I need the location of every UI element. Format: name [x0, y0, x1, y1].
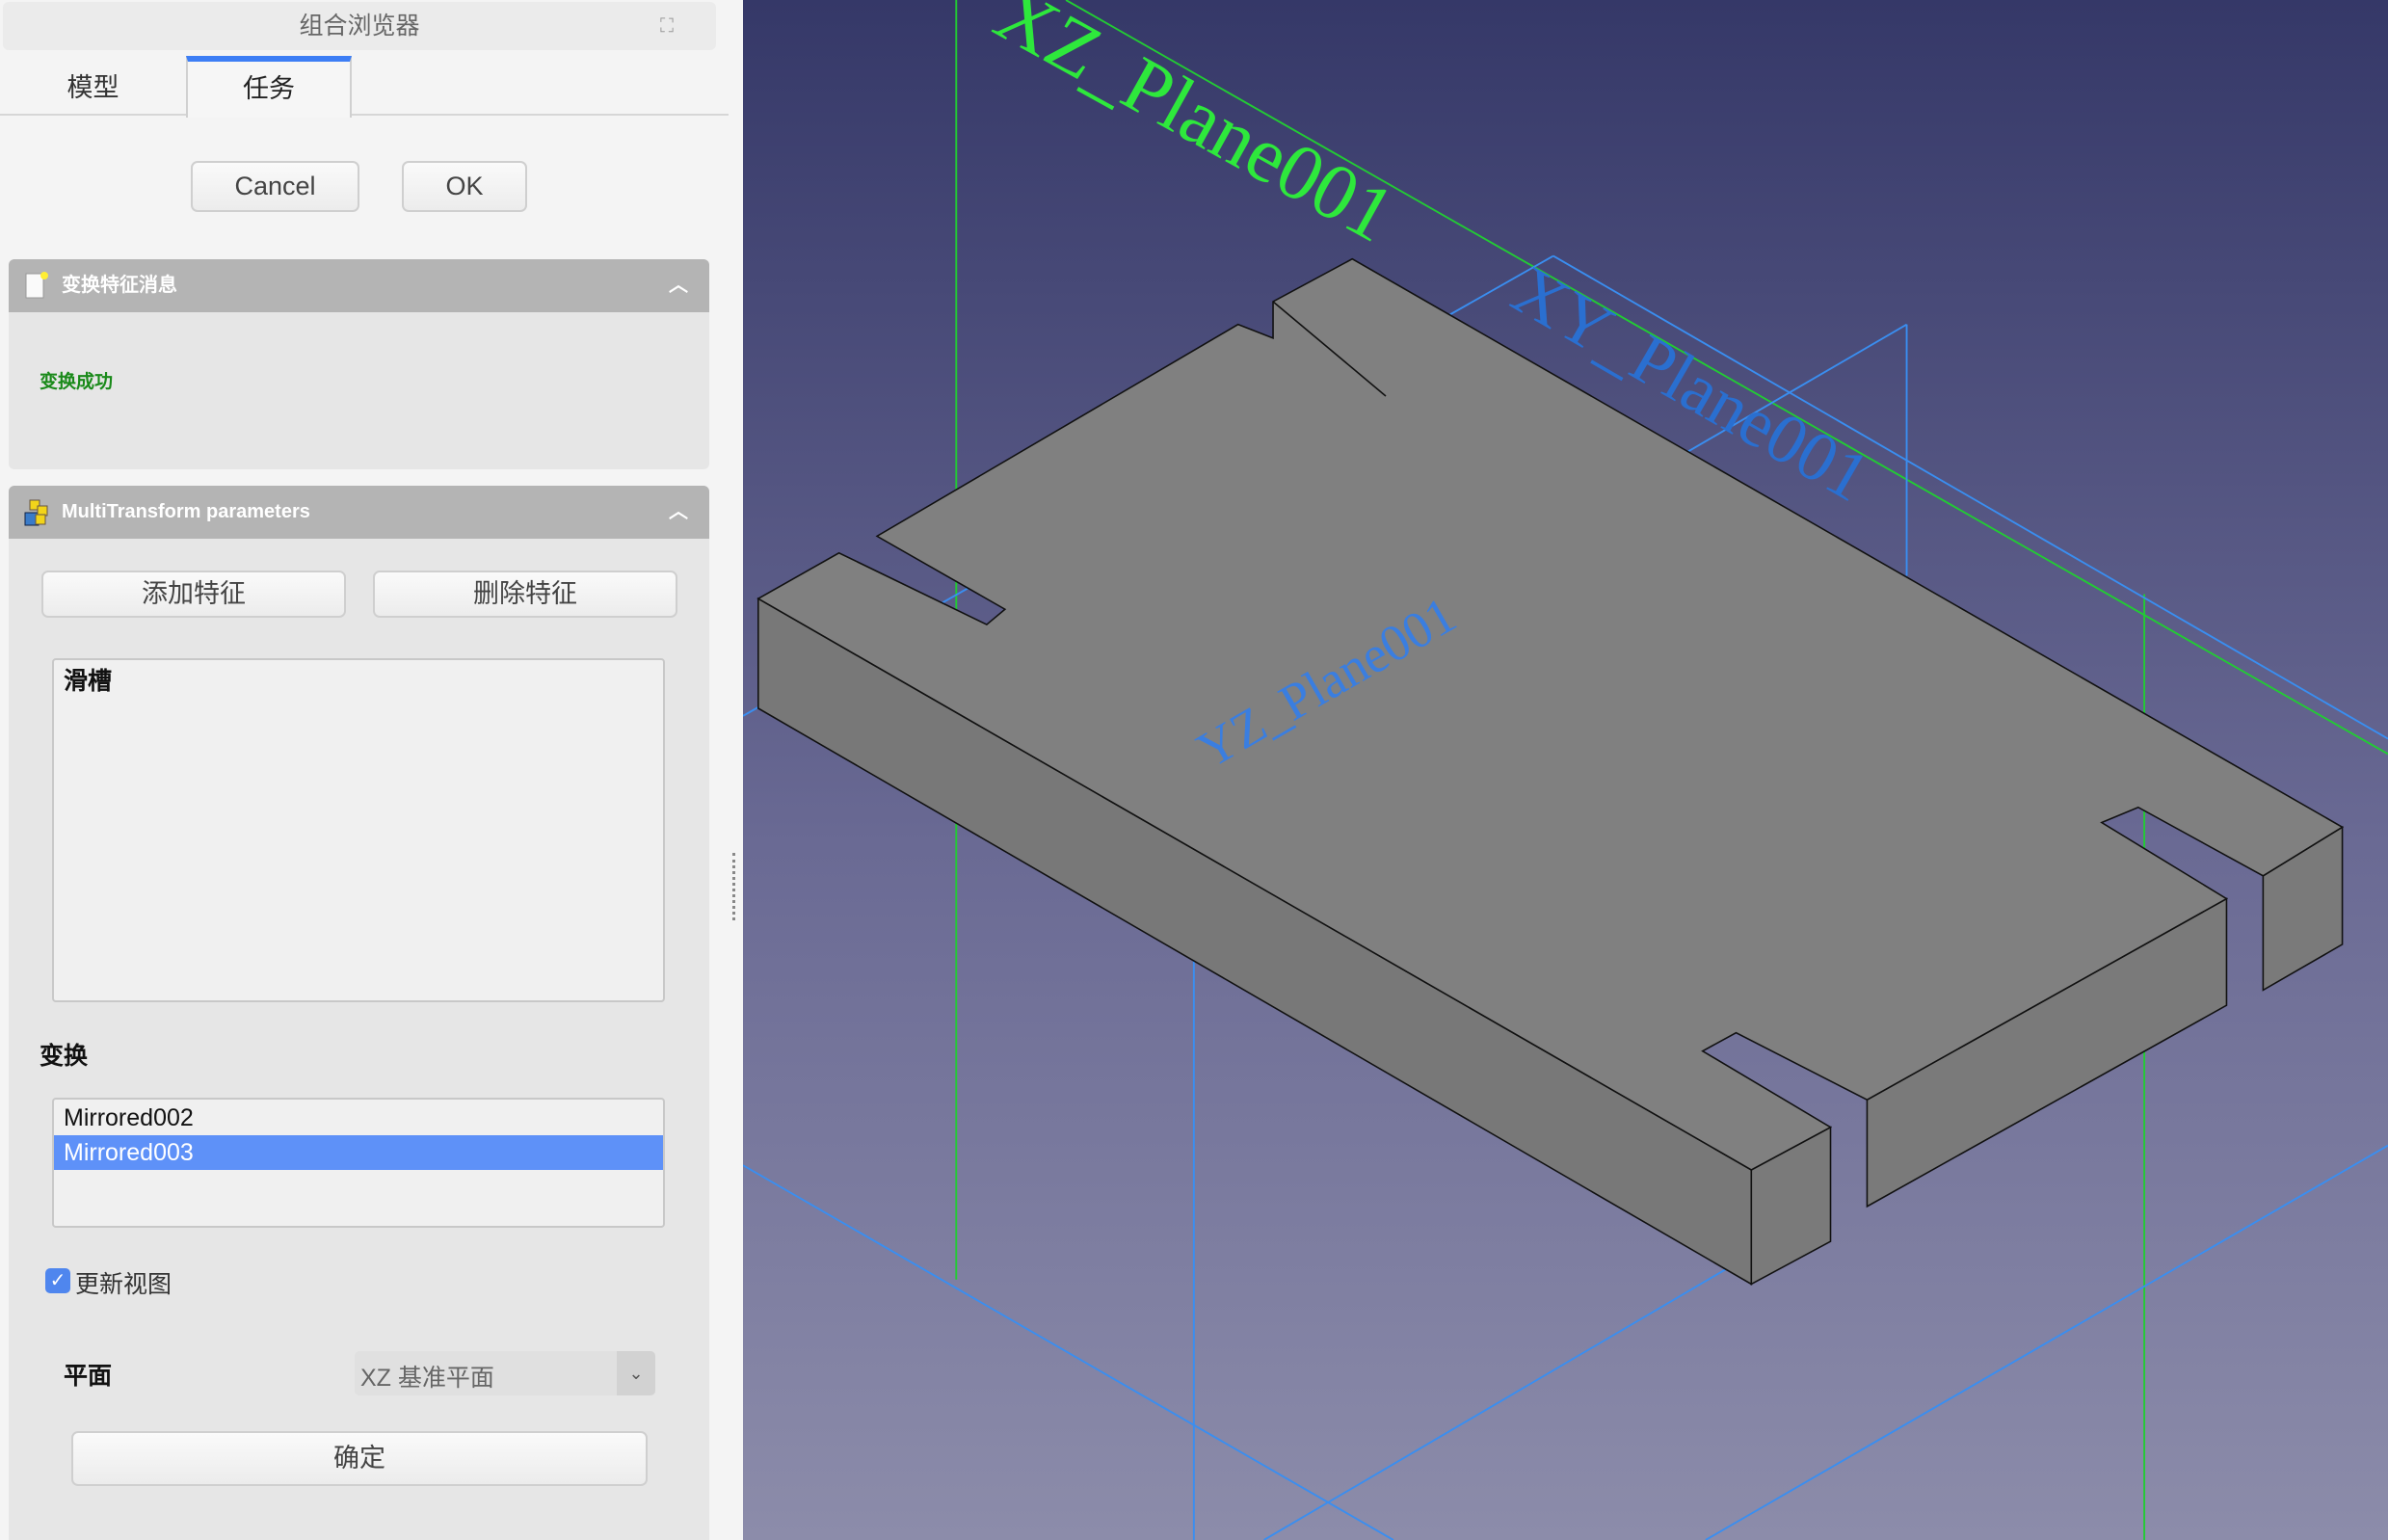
panel-title: 组合浏览器: [299, 13, 420, 40]
transforms-label: 变换: [40, 1043, 89, 1070]
3d-scene[interactable]: XZ_Plane001 XY_Plane001 YZ_Plane001: [743, 0, 2388, 1540]
multitransform-panel-title: MultiTransform parameters: [62, 501, 310, 522]
plane-select-value: XZ 基准平面: [360, 1365, 494, 1392]
message-panel-title: 变换特征消息: [62, 275, 177, 296]
remove-feature-button[interactable]: 删除特征: [373, 571, 677, 618]
transform-list[interactable]: Mirrored002 Mirrored003: [52, 1098, 665, 1228]
document-icon: [25, 272, 48, 299]
multitransform-panel-header[interactable]: MultiTransform parameters ︿: [9, 486, 709, 539]
tab-tasks[interactable]: 任务: [186, 56, 352, 118]
feature-list[interactable]: 滑槽: [52, 658, 665, 1002]
message-panel-header[interactable]: 变换特征消息 ︿: [9, 259, 709, 312]
cancel-button[interactable]: Cancel: [191, 161, 359, 212]
ok-button[interactable]: OK: [402, 161, 527, 212]
combo-view-panel: 组合浏览器 ⛶ 模型 任务 Cancel OK 变换特征消息 ︿ 变换成功 Mu…: [0, 0, 743, 1540]
expand-icon[interactable]: ⛶: [656, 15, 677, 37]
add-feature-button[interactable]: 添加特征: [41, 571, 346, 618]
splitter-handle[interactable]: [732, 853, 736, 920]
multitransform-panel: MultiTransform parameters ︿ 添加特征 删除特征 滑槽…: [9, 486, 709, 1540]
message-panel: 变换特征消息 ︿ 变换成功: [9, 259, 709, 469]
collapse-icon[interactable]: ︿: [669, 259, 688, 312]
transform-list-item[interactable]: Mirrored002: [54, 1101, 663, 1135]
multitransform-icon: [24, 499, 48, 526]
collapse-icon[interactable]: ︿: [669, 486, 688, 539]
transform-list-item-selected[interactable]: Mirrored003: [54, 1135, 663, 1170]
3d-viewport[interactable]: XZ_Plane001 XY_Plane001 YZ_Plane001: [743, 0, 2388, 1540]
xy-plane-edge: [743, 1164, 1394, 1540]
tab-model[interactable]: 模型: [0, 56, 186, 116]
plane-select[interactable]: XZ 基准平面 ⌄: [355, 1351, 655, 1395]
confirm-button[interactable]: 确定: [71, 1431, 648, 1486]
update-view-label: 更新视图: [75, 1271, 172, 1298]
plane-label: 平面: [64, 1363, 113, 1390]
update-view-checkbox[interactable]: ✓: [45, 1268, 70, 1293]
feature-list-item[interactable]: 滑槽: [54, 664, 663, 699]
tab-bar: 模型 任务: [0, 56, 729, 118]
chevron-down-icon[interactable]: ⌄: [617, 1351, 655, 1395]
status-message: 变换成功: [40, 372, 114, 392]
part-solid: [756, 257, 2345, 1286]
xz-plane-label: XZ_Plane001: [981, 0, 1408, 259]
panel-titlebar: 组合浏览器 ⛶: [3, 2, 716, 50]
